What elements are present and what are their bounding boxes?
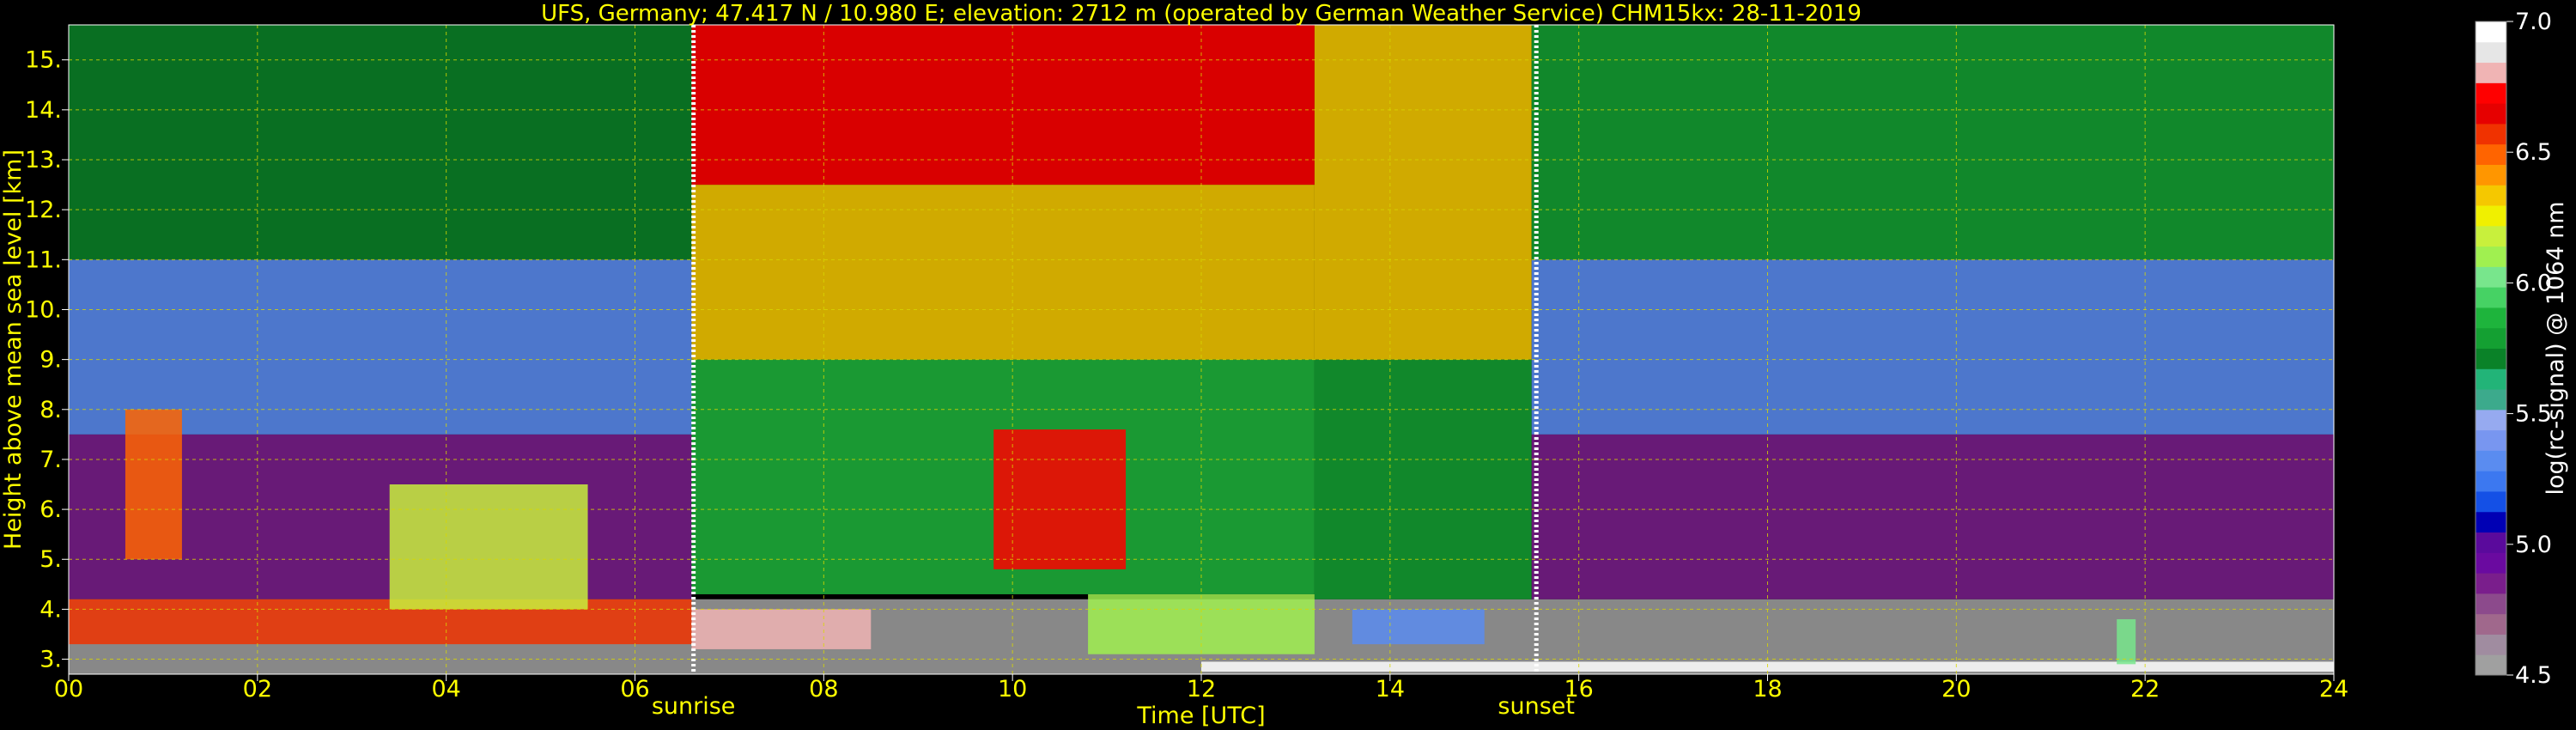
colorbar-segment [2476, 490, 2506, 513]
colorbar-segment [2476, 185, 2506, 206]
colorbar-segment [2476, 21, 2506, 43]
colorbar-segment [2476, 613, 2506, 635]
colorbar-segment [2476, 287, 2506, 308]
x-tick-label: 02 [243, 676, 272, 703]
x-axis-label: Time [UTC] [1136, 703, 1265, 729]
y-tick-label: 5. [39, 546, 62, 573]
colorbar-segment [2476, 573, 2506, 594]
ceilometer-figure: sunrise sunset 00 02 04 06 08 10 12 14 16 18 20 22 24… [0, 1, 2569, 729]
x-tick-label: 08 [809, 676, 838, 703]
colorbar-segment [2476, 246, 2506, 267]
signal-region-7 [1314, 359, 1532, 599]
x-tick-label: 24 [2319, 676, 2348, 703]
colorbar-segment [2476, 164, 2506, 186]
colorbar-segment [2476, 511, 2506, 533]
x-tick-label: 06 [620, 676, 649, 703]
y-tick-label: 8. [39, 397, 62, 423]
signal-region-2 [69, 259, 692, 435]
signal-region-15 [125, 409, 182, 560]
x-tick-label: 20 [1941, 676, 1971, 703]
colorbar-segment [2476, 327, 2506, 349]
y-tick-label: 11. [25, 246, 62, 273]
colorbar-segment [2476, 654, 2506, 676]
y-tick-label: 9. [39, 347, 62, 374]
signal-region-20 [2117, 619, 2136, 665]
colorbar-tick-label: 5.0 [2515, 532, 2552, 558]
signal-region-6 [691, 25, 1315, 186]
sunrise-label: sunrise [652, 693, 736, 720]
y-tick-label: 14. [25, 97, 62, 124]
y-tick-label: 6. [39, 496, 62, 523]
colorbar-segment [2476, 123, 2506, 145]
colorbar-segment [2476, 552, 2506, 574]
signal-region-10 [1531, 259, 2334, 435]
signal-region-17 [993, 429, 1127, 569]
colorbar-segment [2476, 143, 2506, 165]
colorbar-segment [2476, 389, 2506, 411]
y-tick-label: 12. [25, 197, 62, 223]
y-tick-label: 7. [39, 447, 62, 473]
colorbar-segment [2476, 429, 2506, 451]
signal-region-13 [691, 609, 872, 649]
x-axis-ticks: 00 02 04 06 08 10 12 14 16 18 20 22 24 [54, 674, 2348, 703]
colorbar-segment [2476, 41, 2506, 64]
colorbar-tick-label: 4.5 [2515, 662, 2552, 689]
colorbar-segment [2476, 634, 2506, 655]
colorbar-label: log(rc-signal) @ 1064 nm [2543, 201, 2569, 495]
x-tick-label: 22 [2130, 676, 2160, 703]
colorbar-segment [2476, 266, 2506, 288]
colorbar-segment [2476, 409, 2506, 431]
colorbar-segment [2476, 532, 2506, 553]
colorbar-segment [2476, 471, 2506, 492]
x-tick-label: 10 [998, 676, 1027, 703]
colorbar-segment [2476, 450, 2506, 471]
x-tick-label: 14 [1376, 676, 1405, 703]
y-tick-label: 15. [25, 47, 62, 74]
colorbar-segment [2476, 225, 2506, 247]
y-axis-label: Height above mean sea level [km] [0, 149, 27, 550]
colorbar-tick-label: 7.0 [2515, 9, 2552, 35]
colorbar-segment [2476, 368, 2506, 390]
colorbar-segment [2476, 62, 2506, 83]
colorbar-segment [2476, 205, 2506, 227]
signal-region-5 [691, 185, 1315, 360]
colorbar-tick-label: 6.5 [2515, 139, 2552, 166]
y-axis-ticks: 3. 4. 5. 6. 7. 8. 9. 10. 11. 12. 13. 14. 15. [25, 47, 69, 673]
x-tick-label: 18 [1753, 676, 1782, 703]
colorbar [2476, 21, 2506, 676]
colorbar-segment [2476, 82, 2506, 104]
x-tick-label: 00 [54, 676, 83, 703]
y-tick-label: 10. [25, 296, 62, 323]
y-tick-label: 13. [25, 147, 62, 173]
x-tick-label: 04 [431, 676, 460, 703]
x-tick-label: 16 [1564, 676, 1593, 703]
signal-region-18 [1352, 609, 1485, 645]
colorbar-segment [2476, 348, 2506, 369]
y-tick-label: 4. [39, 596, 62, 623]
colorbar-segment [2476, 593, 2506, 615]
colorbar-segment [2476, 103, 2506, 125]
signal-region-14 [389, 484, 588, 610]
chart-title: UFS, Germany; 47.417 N / 10.980 E; eleva… [541, 1, 1862, 27]
colorbar-segment [2476, 307, 2506, 329]
y-tick-label: 3. [39, 647, 62, 673]
signal-region-12 [69, 599, 692, 645]
x-tick-label: 12 [1187, 676, 1216, 703]
